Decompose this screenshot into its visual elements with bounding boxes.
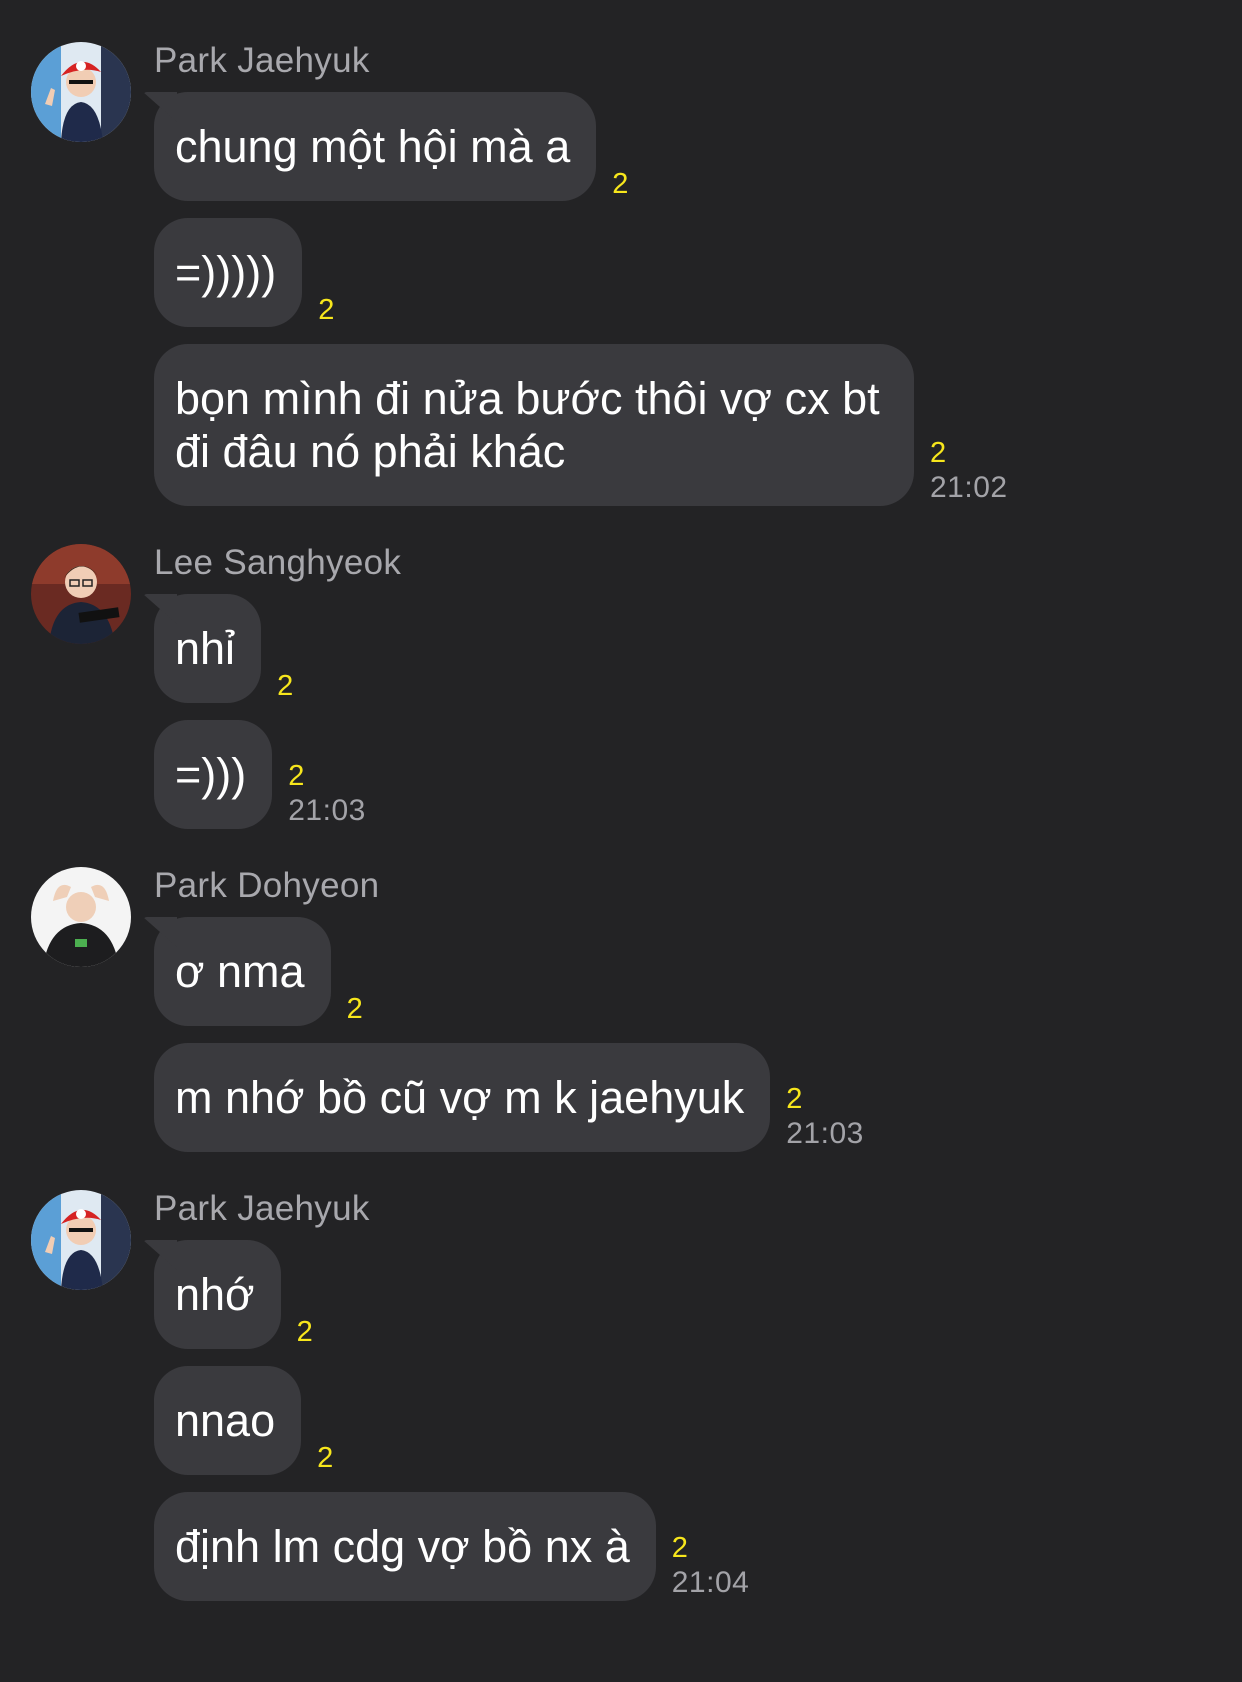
message-row: =))))) 2 bbox=[154, 218, 1242, 327]
unread-count: 2 bbox=[317, 1442, 334, 1474]
message-row: =))) 2 21:03 bbox=[154, 720, 1242, 829]
sender-avatar[interactable] bbox=[31, 1190, 131, 1290]
message-bubble[interactable]: nhớ bbox=[154, 1240, 281, 1349]
sender-name: Park Dohyeon bbox=[154, 866, 380, 905]
unread-count: 2 bbox=[930, 437, 947, 469]
unread-count: 2 bbox=[786, 1083, 803, 1115]
chat-message-list[interactable]: Park Jaehyuk chung một hội mà a 2 =)))))… bbox=[0, 0, 1242, 1682]
message-bubble[interactable]: m nhớ bồ cũ vợ m k jaehyuk bbox=[154, 1043, 771, 1152]
message-row: chung một hội mà a 2 bbox=[154, 92, 1242, 201]
sender-avatar[interactable] bbox=[31, 867, 131, 967]
message-group: Park Jaehyuk nhớ 2 nnao 2 định lm cdg vợ… bbox=[0, 1188, 1242, 1601]
sender-avatar[interactable] bbox=[31, 544, 131, 644]
message-meta: 2 bbox=[612, 167, 628, 201]
message-time: 21:03 bbox=[786, 1117, 864, 1150]
unread-count: 2 bbox=[318, 294, 335, 326]
message-time: 21:03 bbox=[288, 794, 366, 827]
message-bubble[interactable]: ơ nma bbox=[154, 917, 331, 1026]
sender-name: Lee Sanghyeok bbox=[154, 543, 402, 582]
message-time: 21:04 bbox=[671, 1566, 750, 1599]
unread-count: 2 bbox=[296, 1316, 313, 1348]
message-bubble[interactable]: định lm cdg vợ bồ nx à bbox=[154, 1492, 656, 1601]
message-meta: 2 bbox=[347, 992, 363, 1026]
message-row: bọn mình đi nửa bước thôi vợ cx bt đi đâ… bbox=[154, 344, 1242, 506]
sender-name: Park Jaehyuk bbox=[154, 41, 370, 80]
message-meta: 2 21:02 bbox=[930, 436, 1008, 506]
message-row: nhớ 2 bbox=[154, 1240, 1242, 1349]
message-row: nhỉ 2 bbox=[154, 594, 1242, 703]
message-meta: 2 bbox=[277, 669, 293, 703]
sender-avatar[interactable] bbox=[31, 42, 131, 142]
message-group: Park Dohyeon ơ nma 2 m nhớ bồ cũ vợ m k … bbox=[0, 865, 1242, 1152]
message-meta: 2 21:03 bbox=[288, 759, 366, 829]
message-bubble[interactable]: nhỉ bbox=[154, 594, 262, 703]
message-group: Lee Sanghyeok nhỉ 2 =))) 2 21:03 bbox=[0, 542, 1242, 829]
unread-count: 2 bbox=[671, 1532, 688, 1564]
message-row: định lm cdg vợ bồ nx à 2 21:04 bbox=[154, 1492, 1242, 1601]
message-bubble[interactable]: =))))) bbox=[154, 218, 303, 327]
sender-name: Park Jaehyuk bbox=[154, 1189, 370, 1228]
message-bubble[interactable]: chung một hội mà a bbox=[154, 92, 597, 201]
avatar-photo-icon bbox=[31, 1190, 131, 1290]
message-row: ơ nma 2 bbox=[154, 917, 1242, 1026]
message-time: 21:02 bbox=[930, 471, 1008, 504]
message-row: m nhớ bồ cũ vợ m k jaehyuk 2 21:03 bbox=[154, 1043, 1242, 1152]
unread-count: 2 bbox=[612, 168, 629, 200]
avatar-photo-icon bbox=[31, 544, 131, 644]
message-row: nnao 2 bbox=[154, 1366, 1242, 1475]
message-bubble[interactable]: nnao bbox=[154, 1366, 302, 1475]
avatar-photo-icon bbox=[31, 42, 131, 142]
message-meta: 2 21:03 bbox=[786, 1082, 864, 1152]
unread-count: 2 bbox=[288, 760, 305, 792]
unread-count: 2 bbox=[277, 670, 294, 702]
message-meta: 2 bbox=[297, 1315, 313, 1349]
message-group: Park Jaehyuk chung một hội mà a 2 =)))))… bbox=[0, 40, 1242, 506]
avatar-photo-icon bbox=[31, 867, 131, 967]
message-meta: 2 21:04 bbox=[672, 1531, 750, 1601]
message-bubble[interactable]: =))) bbox=[154, 720, 273, 829]
message-meta: 2 bbox=[318, 293, 334, 327]
message-bubble[interactable]: bọn mình đi nửa bước thôi vợ cx bt đi đâ… bbox=[154, 344, 914, 506]
unread-count: 2 bbox=[346, 993, 363, 1025]
message-meta: 2 bbox=[317, 1441, 333, 1475]
